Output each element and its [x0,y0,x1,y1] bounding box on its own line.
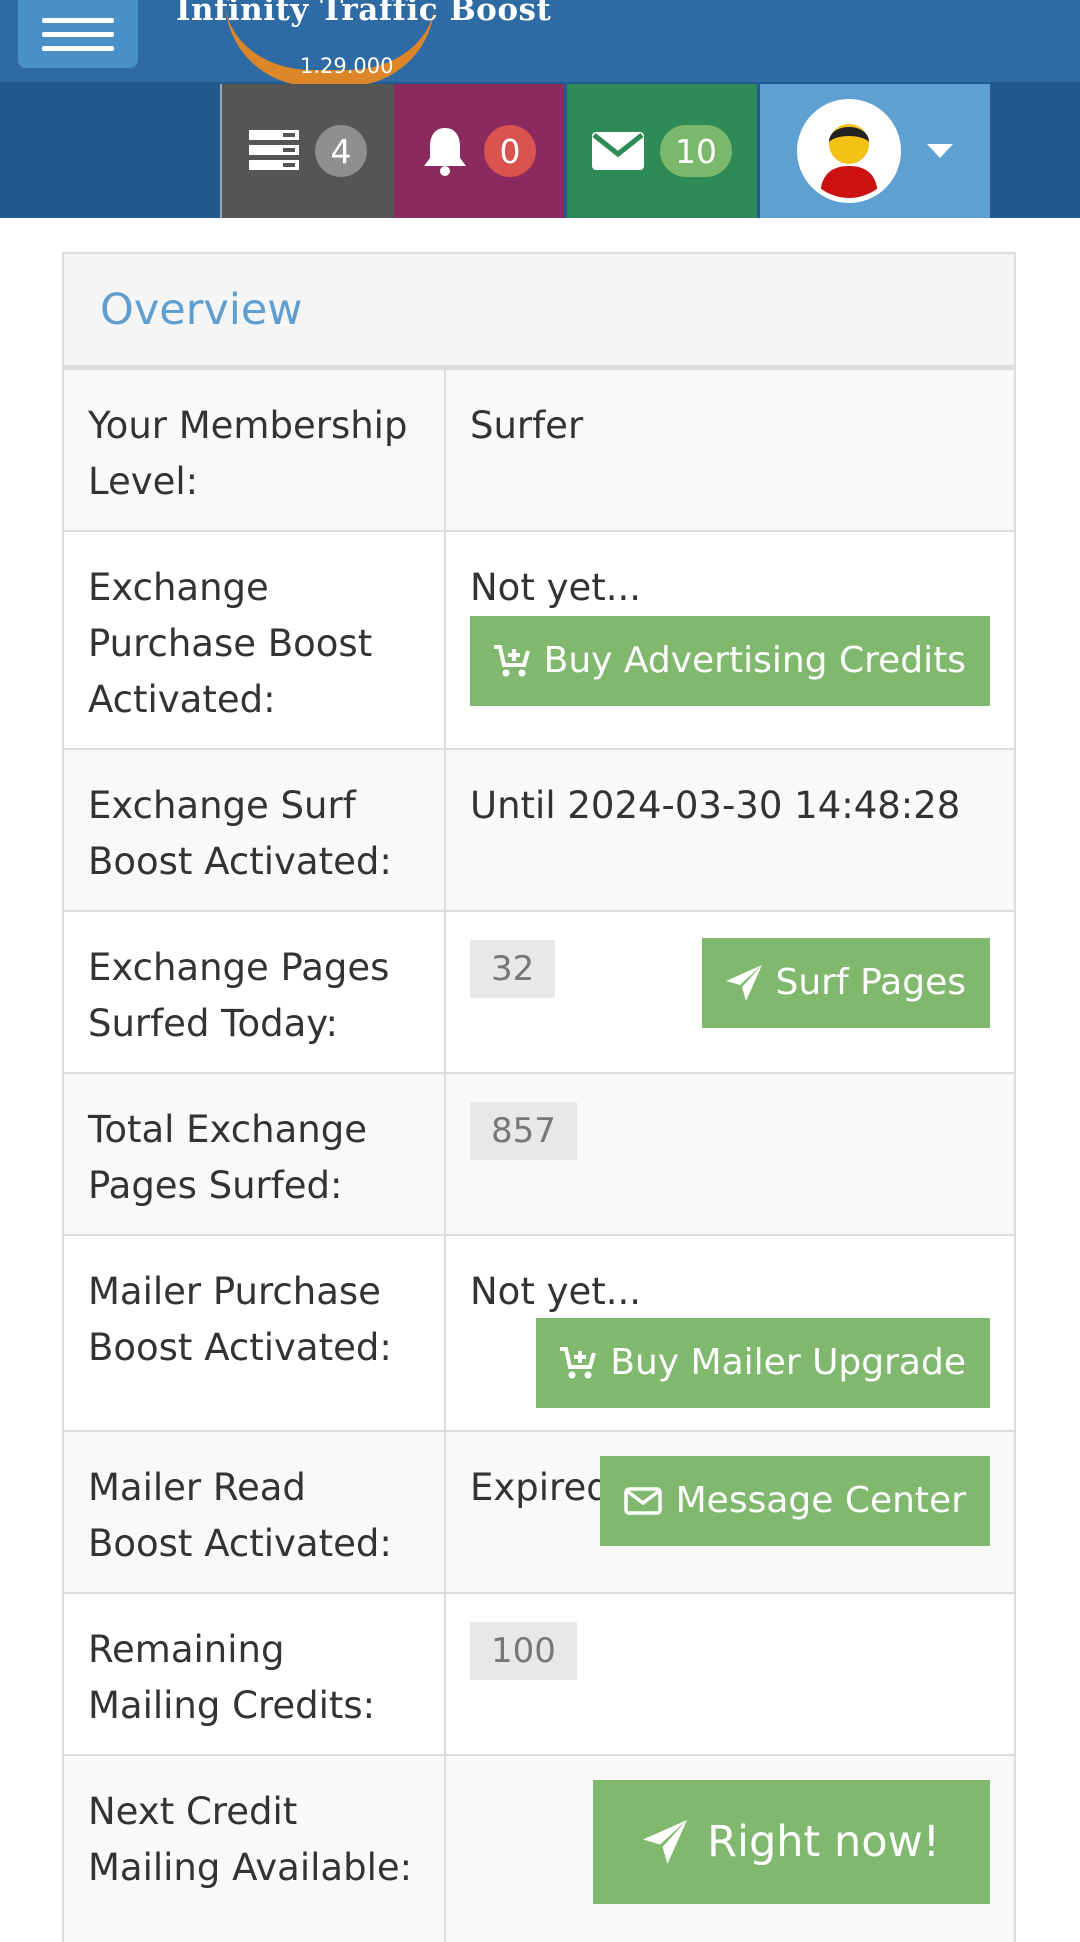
nav-bar: 4 0 10 [0,84,1080,218]
total-pages-surfed-row: Total Exchange Pages Surfed: 857 [64,1074,1014,1236]
envelope-outline-icon [623,1487,662,1515]
avatar [797,99,901,203]
row-label: Exchange Pages Surfed Today: [64,912,446,1072]
buy-advertising-credits-button[interactable]: Buy Advertising Credits [469,616,990,706]
exchange-surf-boost-value: Until 2024-03-30 14:48:28 [470,784,961,827]
row-label: Exchange Purchase Boost Activated: [64,532,446,748]
send-credit-mailing-button[interactable]: Right now! [593,1780,990,1904]
hamburger-icon [42,17,114,23]
mailer-read-boost-status: Expired [470,1466,610,1509]
remaining-mailing-credits-row: Remaining Mailing Credits: 100 [64,1594,1014,1756]
mailer-purchase-boost-status: Not yet... [470,1270,642,1313]
messages-button[interactable]: 10 [567,84,757,218]
row-label: Total Exchange Pages Surfed: [64,1074,446,1234]
button-label: Buy Mailer Upgrade [610,1342,966,1383]
membership-level-row: Your Membership Level: Surfer [64,370,1014,532]
envelope-icon [592,132,644,170]
cart-plus-icon [493,645,530,677]
profile-menu-button[interactable] [760,84,990,218]
exchange-purchase-boost-row: Exchange Purchase Boost Activated: Not y… [64,532,1014,750]
bell-icon [424,128,466,176]
mailer-read-boost-row: Mailer Read Boost Activated: Expired Mes… [64,1432,1014,1594]
buy-mailer-upgrade-button[interactable]: Buy Mailer Upgrade [536,1318,990,1408]
button-label: Surf Pages [775,962,967,1003]
row-label: Mailer Read Boost Activated: [64,1432,446,1592]
overview-header: Overview [64,254,1014,370]
button-label: Buy Advertising Credits [543,640,966,681]
row-label: Exchange Surf Boost Activated: [64,750,446,910]
app-title[interactable]: Infinity Traffic Boost [176,0,551,28]
caret-down-icon [927,144,953,158]
overview-panel: Overview Your Membership Level: Surfer E… [62,252,1016,1942]
next-credit-mailing-row: Next Credit Mailing Available: Right now… [64,1756,1014,1942]
pages-surfed-today-row: Exchange Pages Surfed Today: 32 Surf Pag… [64,912,1014,1074]
server-icon [249,130,299,170]
message-center-button[interactable]: Message Center [599,1456,990,1546]
button-label: Right now! [707,1817,940,1867]
remaining-mailing-credits-count: 100 [470,1622,577,1680]
paper-plane-icon [643,1820,688,1864]
exchange-surf-boost-row: Exchange Surf Boost Activated: Until 202… [64,750,1014,912]
queue-button[interactable]: 4 [220,84,394,218]
notifications-button[interactable]: 0 [394,84,564,218]
notifications-count-badge: 0 [484,125,536,177]
app-version: 1.29.000 [300,54,394,78]
row-label: Your Membership Level: [64,370,446,530]
exchange-purchase-boost-status: Not yet... [470,566,642,609]
button-label: Message Center [675,1480,966,1521]
paper-plane-icon [725,965,762,1001]
row-label: Mailer Purchase Boost Activated: [64,1236,446,1430]
top-header: Infinity Traffic Boost 1.29.000 [0,0,1080,86]
total-pages-surfed-count: 857 [470,1102,577,1160]
cart-plus-icon [560,1347,597,1379]
queue-count-badge: 4 [315,125,367,177]
row-label: Next Credit Mailing Available: [64,1756,446,1942]
surf-pages-button[interactable]: Surf Pages [701,938,990,1028]
membership-level-value: Surfer [470,404,584,447]
row-label: Remaining Mailing Credits: [64,1594,446,1754]
messages-count-badge: 10 [660,125,732,177]
overview-title: Overview [100,284,303,335]
menu-toggle-button[interactable] [18,0,138,68]
pages-surfed-today-count: 32 [470,940,556,998]
mailer-purchase-boost-row: Mailer Purchase Boost Activated: Not yet… [64,1236,1014,1432]
